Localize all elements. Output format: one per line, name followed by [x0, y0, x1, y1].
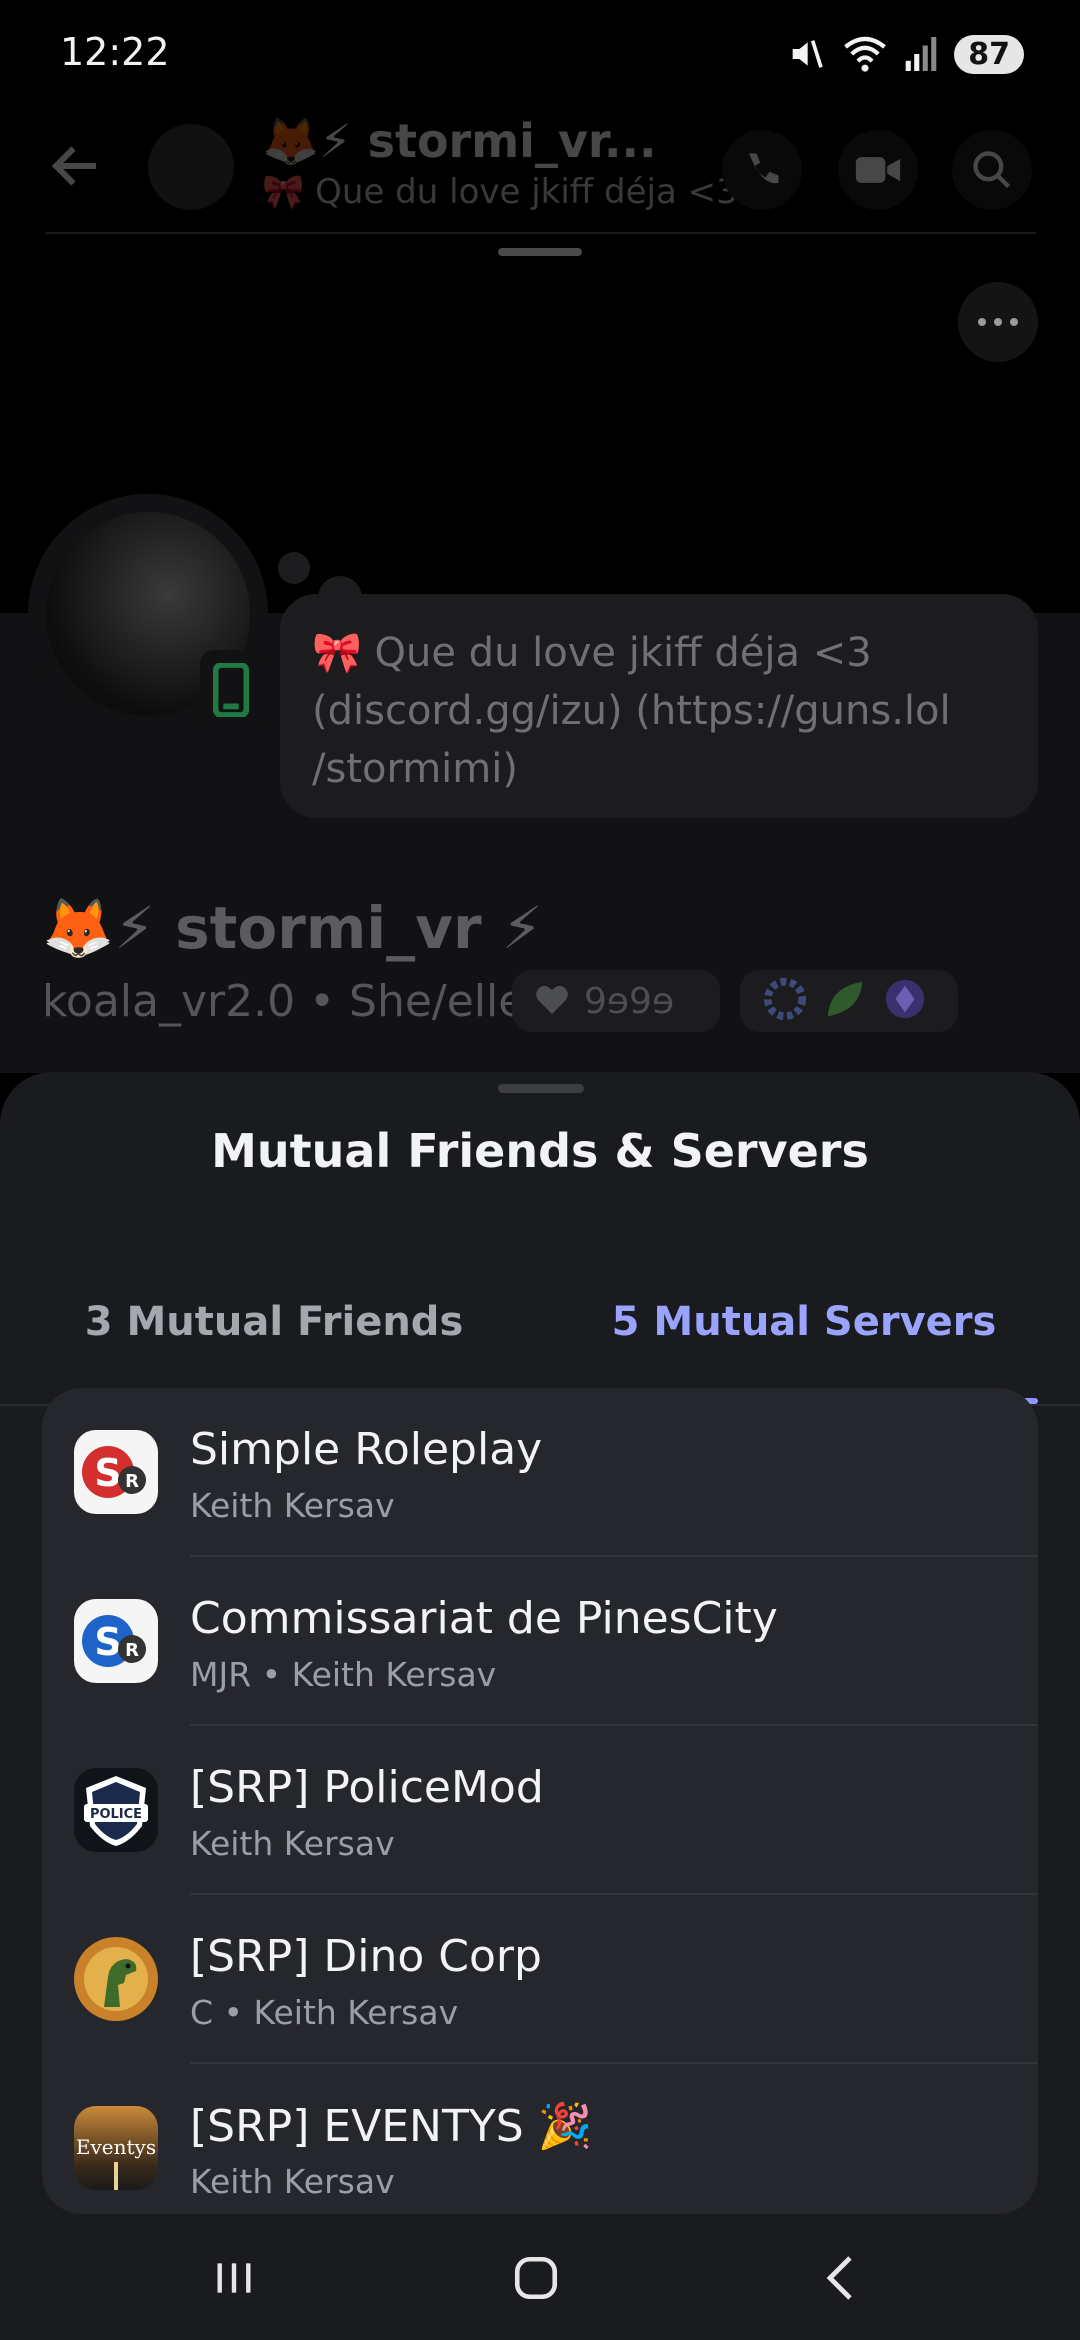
server-name: [SRP] EVENTYS 🎉	[190, 2101, 593, 2152]
server-members: C • Keith Kersav	[190, 1993, 459, 2032]
profile-tagline: koala_vr2.0 • She/elle	[42, 976, 526, 1027]
search-icon[interactable]	[952, 130, 1032, 210]
clan-tag-text: 9ɘ9ɘ	[584, 980, 675, 1022]
svg-text:R: R	[125, 1640, 139, 1661]
wreath-badge-icon	[762, 976, 808, 1026]
leaf-badge-icon	[822, 976, 868, 1026]
server-icon-simple-roleplay: S R	[74, 1430, 158, 1514]
sheet-title: Mutual Friends & Servers	[211, 1124, 869, 1178]
back-icon[interactable]	[800, 2248, 880, 2308]
video-icon[interactable]	[838, 130, 918, 210]
mutual-sheet: Mutual Friends & Servers 3 Mutual Friend…	[0, 1072, 1080, 2214]
server-row[interactable]: [SRP] Dino Corp C • Keith Kersav	[42, 1895, 1038, 2064]
heart-icon	[534, 982, 570, 1020]
custom-status-bubble: 🎀 Que du love jkiff déja <3 (discord.gg/…	[280, 594, 1038, 818]
server-list: S R Simple Roleplay Keith Kersav S R Com…	[42, 1388, 1038, 2214]
server-row[interactable]: Eventys [SRP] EVENTYS 🎉 Keith Kersav	[42, 2064, 1038, 2214]
status-icons: 87	[786, 34, 1024, 74]
server-row[interactable]: POLICE [SRP] PoliceMod Keith Kersav	[42, 1726, 1038, 1895]
wifi-icon	[842, 34, 888, 74]
server-members: MJR • Keith Kersav	[190, 1655, 497, 1694]
mute-icon	[786, 34, 826, 74]
eventys-icon-text: Eventys	[76, 2135, 156, 2159]
tab-mutual-servers[interactable]: 5 Mutual Servers	[570, 1242, 1038, 1402]
server-name: [SRP] Dino Corp	[190, 1931, 542, 1982]
custom-status-text: 🎀 Que du love jkiff déja <3 (discord.gg/…	[312, 630, 951, 792]
server-icon-policemod: POLICE	[74, 1768, 158, 1852]
status-bar: 12:22 87	[0, 0, 1080, 110]
signal-icon	[904, 35, 938, 73]
server-icon-eventys: Eventys	[74, 2106, 158, 2190]
drag-handle[interactable]	[498, 248, 582, 256]
chat-header: 🦊⚡ stormi_vr... 🎀 Que du love jkiff déja…	[0, 110, 1080, 230]
header-username[interactable]: 🦊⚡ stormi_vr...	[262, 114, 656, 169]
tab-mutual-friends[interactable]: 3 Mutual Friends	[0, 1242, 548, 1402]
battery-indicator: 87	[954, 34, 1024, 74]
status-time: 12:22	[60, 30, 170, 74]
header-avatar[interactable]	[148, 124, 234, 210]
more-options-icon[interactable]	[958, 282, 1038, 362]
server-row[interactable]: S R Simple Roleplay Keith Kersav	[42, 1388, 1038, 1557]
police-icon-text: POLICE	[90, 1807, 142, 1822]
server-members: Keith Kersav	[190, 1486, 395, 1525]
header-status: 🎀 Que du love jkiff déja <3...	[262, 172, 771, 212]
svg-text:S: S	[94, 1620, 121, 1664]
server-name: [SRP] PoliceMod	[190, 1762, 544, 1813]
home-icon[interactable]	[496, 2248, 576, 2308]
server-icon-commissariat: S R	[74, 1599, 158, 1683]
server-name: Commissariat de PinesCity	[190, 1593, 778, 1644]
server-members: Keith Kersav	[190, 1824, 395, 1863]
profile-badges[interactable]	[740, 970, 958, 1032]
server-members: Keith Kersav	[190, 2162, 395, 2201]
sheet-handle[interactable]	[498, 1084, 584, 1093]
mobile-status-icon	[200, 650, 262, 730]
svg-text:S: S	[94, 1451, 121, 1495]
back-arrow-icon[interactable]	[46, 136, 106, 200]
recent-apps-icon[interactable]	[194, 2248, 274, 2308]
clan-tag[interactable]: 9ɘ9ɘ	[512, 970, 720, 1032]
nitro-badge-icon	[882, 976, 928, 1026]
thought-dot	[278, 552, 310, 584]
server-name: Simple Roleplay	[190, 1424, 543, 1475]
system-nav-bar	[0, 2214, 1080, 2340]
server-icon-dino-corp	[74, 1937, 158, 2021]
tab-bar: 3 Mutual Friends 5 Mutual Servers	[0, 1242, 1080, 1406]
server-row[interactable]: S R Commissariat de PinesCity MJR • Keit…	[42, 1557, 1038, 1726]
svg-text:R: R	[125, 1471, 139, 1492]
profile-display-name: 🦊⚡ stormi_vr ⚡	[42, 894, 543, 962]
divider	[46, 232, 1036, 234]
call-icon[interactable]	[722, 130, 802, 210]
